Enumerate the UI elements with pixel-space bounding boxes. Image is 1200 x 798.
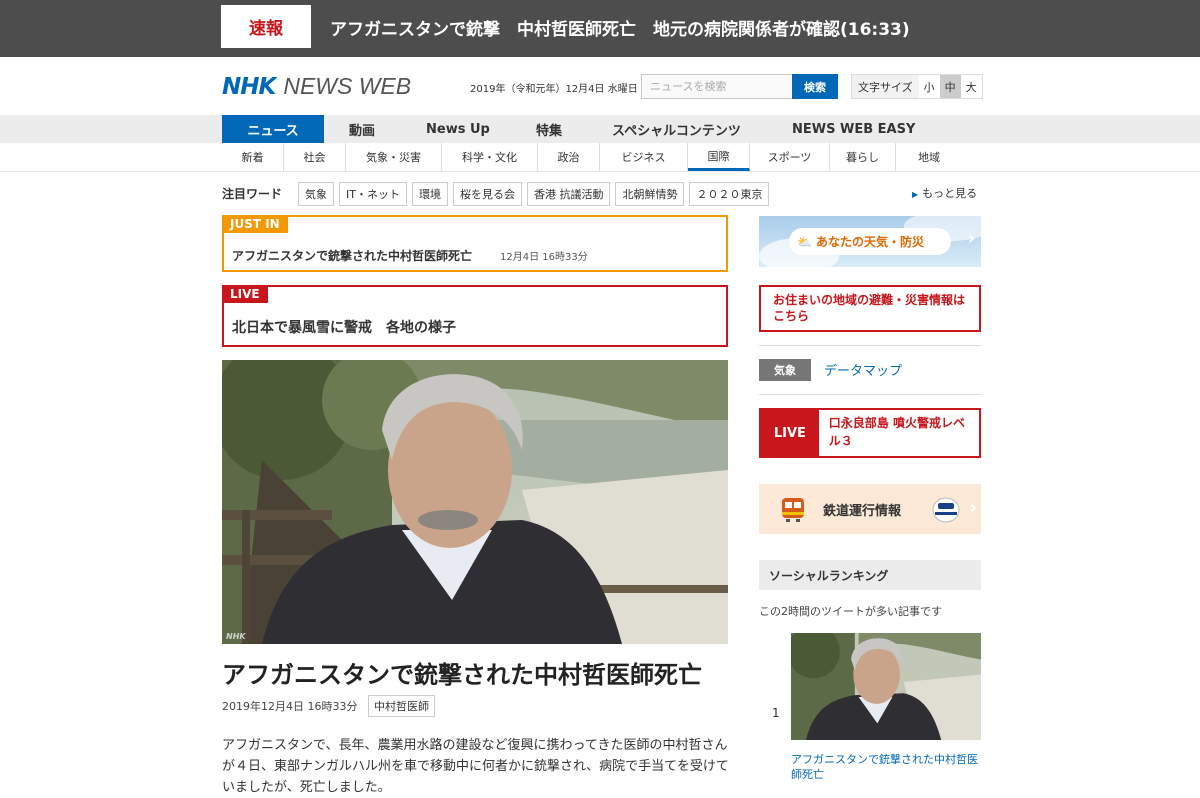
sun-cloud-icon: ⛅ (797, 234, 812, 249)
just-in-time: 12月4日 16時33分 (500, 252, 588, 263)
ranking-title-link[interactable]: アフガニスタンで銃撃された中村哲医師死亡 (791, 752, 981, 782)
live-box[interactable]: LIVE 北日本で暴風雪に警戒 各地の様子 (222, 285, 728, 347)
volcano-live-label: LIVE (761, 410, 819, 456)
chevron-right-icon: › (967, 228, 975, 249)
weather-banner[interactable]: ⛅ あなたの天気・防災 › (759, 216, 981, 267)
article-tag[interactable]: 中村哲医師 (368, 695, 435, 717)
subnav-sports[interactable]: スポーツ (750, 143, 830, 171)
font-size-large[interactable]: 大 (961, 75, 982, 98)
current-date: 2019年（令和元年）12月4日 水曜日 (470, 84, 638, 95)
subnav-life[interactable]: 暮らし (830, 143, 896, 171)
volcano-live-text: 口永良部島 噴火警戒レベル３ (828, 416, 965, 448)
just-in-title[interactable]: アフガニスタンで銃撃された中村哲医師死亡 (232, 247, 472, 264)
trending-label: 注目ワード (222, 187, 283, 201)
logo-nhk: NHK (222, 74, 276, 100)
subnav-international[interactable]: 国際 (688, 143, 750, 171)
volcano-live-box[interactable]: LIVE 口永良部島 噴火警戒レベル３ (759, 408, 981, 458)
social-ranking-subtitle: この2時間のツイートが多い記事です (759, 605, 942, 618)
logo-news-web: NEWS WEB (283, 73, 412, 99)
bullet-train-icon (932, 497, 960, 523)
font-size-label: 文字サイズ (852, 75, 919, 98)
breaking-badge: 速報 (221, 5, 311, 48)
nav-special-contents[interactable]: スペシャルコンテンツ (612, 115, 741, 143)
divider (759, 345, 981, 346)
subnav-politics[interactable]: 政治 (538, 143, 600, 171)
trending-tags: 気象 IT・ネット 環境 桜を見る会 香港 抗議活動 北朝鮮情勢 ２０２０東京 (298, 182, 770, 206)
ranking-thumbnail[interactable] (791, 633, 981, 740)
train-icon (782, 498, 804, 522)
trending-tag[interactable]: 桜を見る会 (452, 182, 522, 206)
nav-news[interactable]: ニュース (222, 115, 324, 143)
main-nav: ニュース 動画 News Up 特集 スペシャルコンテンツ NEWS WEB E… (0, 115, 1200, 143)
subnav-weather[interactable]: 気象・災害 (346, 143, 442, 171)
nav-easy[interactable]: NEWS WEB EASY (792, 115, 915, 143)
ranking-number: 1 (772, 706, 780, 720)
subnav-latest[interactable]: 新着 (222, 143, 284, 171)
subnav-society[interactable]: 社会 (284, 143, 346, 171)
article-photo-image (222, 360, 728, 644)
font-size-medium[interactable]: 中 (939, 75, 961, 98)
trending-tag[interactable]: 香港 抗議活動 (526, 182, 611, 206)
nav-video[interactable]: 動画 (349, 115, 375, 143)
more-link[interactable]: もっと見る (912, 185, 977, 201)
social-ranking-heading: ソーシャルランキング (759, 560, 981, 590)
breaking-news-bar[interactable]: 速報 アフガニスタンで銃撃 中村哲医師死亡 地元の病院関係者が確認(16:33) (0, 0, 1200, 57)
trending-tag[interactable]: ２０２０東京 (689, 182, 770, 206)
data-map-link[interactable]: データマップ (824, 360, 902, 379)
nav-news-up[interactable]: News Up (426, 115, 490, 143)
chevron-right-icon: › (969, 497, 977, 518)
live-label: LIVE (222, 285, 268, 303)
font-size-small[interactable]: 小 (919, 75, 940, 98)
nav-special[interactable]: 特集 (536, 115, 562, 143)
search-button[interactable]: 検索 (792, 74, 838, 99)
article-date: 2019年12月4日 16時33分 (222, 700, 358, 713)
ranking-thumbnail-image (791, 633, 981, 740)
nav-divider (0, 171, 1200, 172)
article-title: アフガニスタンで銃撃された中村哲医師死亡 (222, 661, 702, 689)
live-title[interactable]: 北日本で暴風雪に警戒 各地の様子 (232, 317, 456, 337)
search-input[interactable]: ニュースを検索 (641, 74, 792, 99)
subnav-science[interactable]: 科学・文化 (442, 143, 538, 171)
photo-watermark: NHK (226, 632, 246, 641)
just-in-box[interactable]: JUST IN アフガニスタンで銃撃された中村哲医師死亡 12月4日 16時33… (222, 215, 728, 272)
trending-tag[interactable]: 気象 (298, 182, 334, 206)
article-photo[interactable]: NHK (222, 360, 728, 644)
rail-info-banner[interactable]: 鉄道運行情報 › (759, 484, 981, 534)
rail-info-label: 鉄道運行情報 (823, 503, 902, 519)
evacuation-info-link[interactable]: お住まいの地域の避難・災害情報はこちら (759, 285, 981, 332)
sub-nav: 新着 社会 気象・災害 科学・文化 政治 ビジネス 国際 スポーツ 暮らし 地域 (222, 143, 982, 171)
font-size-selector: 文字サイズ 小 中 大 (851, 74, 983, 99)
just-in-label: JUST IN (222, 215, 288, 233)
subnav-region[interactable]: 地域 (896, 143, 962, 171)
trending-tag[interactable]: 北朝鮮情勢 (615, 182, 685, 206)
trending-tag[interactable]: IT・ネット (339, 182, 407, 206)
breaking-headline[interactable]: アフガニスタンで銃撃 中村哲医師死亡 地元の病院関係者が確認(16:33) (330, 15, 910, 40)
trending-tag[interactable]: 環境 (411, 182, 448, 206)
weather-label: あなたの天気・防災 (815, 235, 924, 249)
weather-category-badge: 気象 (759, 359, 811, 381)
subnav-business[interactable]: ビジネス (600, 143, 688, 171)
divider (759, 394, 981, 395)
weather-pill: ⛅ あなたの天気・防災 (789, 228, 951, 255)
site-logo[interactable]: NHK NEWS WEB (222, 73, 411, 100)
